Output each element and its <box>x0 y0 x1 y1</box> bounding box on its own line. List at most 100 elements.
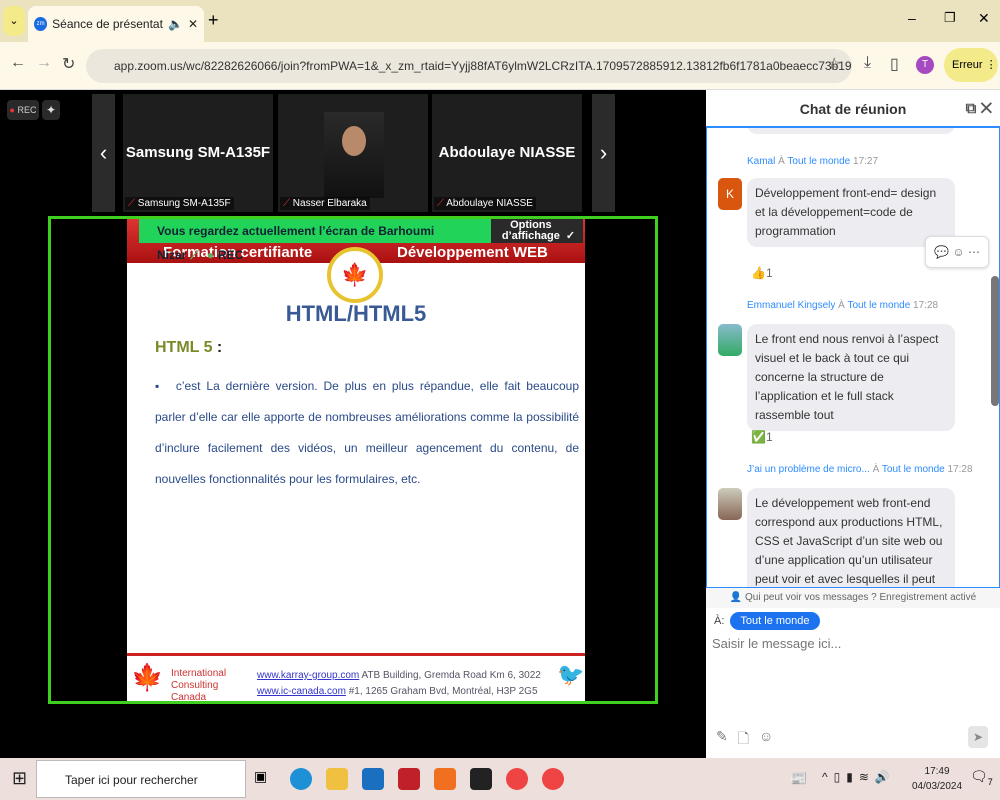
browser-tab-bar: ⌄ zm Séance de présentation We 🔈 ✕ + – ❐… <box>0 0 1000 42</box>
recipient-button[interactable]: Tout le monde <box>730 612 820 630</box>
xampp-icon[interactable] <box>434 768 456 790</box>
recipient-row: À: Tout le monde <box>714 612 820 630</box>
terminal-icon[interactable] <box>470 768 492 790</box>
profile-avatar[interactable]: T <box>916 56 934 74</box>
close-window-button[interactable]: ✕ <box>978 10 990 27</box>
message-actions: 💬 ☺ ⋯ <box>925 236 989 268</box>
footer-link[interactable]: www.karray-group.com <box>257 670 359 681</box>
tab-close-icon[interactable]: ✕ <box>188 17 198 31</box>
back-button[interactable]: ← <box>10 54 26 72</box>
reaction[interactable]: 👍1 <box>751 266 773 280</box>
slide-heading: HTML 5 : <box>155 339 223 356</box>
participant-name: Samsung SM-A135F <box>125 144 271 161</box>
close-chat-icon[interactable]: ✕ <box>981 100 992 117</box>
privacy-note[interactable]: 👤 Qui peut voir vos messages ? Enregistr… <box>706 588 1000 608</box>
forward-button[interactable]: → <box>36 54 52 72</box>
slide-footer: 🍁 International Consulting Canada www.karr… <box>127 653 585 701</box>
footer-link[interactable]: www.ic-canada.com <box>257 686 346 697</box>
rec-label: REC <box>17 105 37 115</box>
slide-title: HTML/HTML5 <box>285 301 427 326</box>
minimize-button[interactable]: – <box>908 10 916 26</box>
url-input[interactable]: app.zoom.us/wc/82282626066/join?fromPWA=… <box>86 49 852 83</box>
slide-body: ▪ c’est La dernière version. De plus en p… <box>155 379 579 486</box>
message-meta: J’ai un problème de micro... À Tout le m… <box>747 464 973 475</box>
error-button[interactable]: Erreur ⋮ <box>944 48 998 82</box>
download-icon[interactable]: ⤓ <box>864 54 871 72</box>
side-panel-icon[interactable]: ▯ <box>890 54 899 74</box>
add-reaction-icon[interactable]: ☺ <box>952 245 964 259</box>
ai-sparkle-icon[interactable]: ✦ <box>42 100 60 120</box>
tab-search-button[interactable]: ⌄ <box>3 6 25 36</box>
slide-header-right: Développement WEB <box>397 244 548 261</box>
windows-start-icon[interactable]: ⊞ <box>12 768 27 789</box>
chat-bubble: Le front end nous renvoi à l’aspect visu… <box>747 324 955 431</box>
chat-scrollbar[interactable] <box>991 276 999 406</box>
mic-muted-icon: ⟋ <box>128 198 135 209</box>
participant-tile[interactable]: ⟋ Nasser Elbaraka <box>278 94 428 212</box>
participant-name: Abdoulaye NIASSE <box>438 144 576 161</box>
file-icon[interactable]: 🗋 <box>738 728 749 752</box>
message-input[interactable] <box>712 636 992 651</box>
next-video-button[interactable]: › <box>592 94 615 212</box>
share-banner: Vous regardez actuellement l’écran de Ba… <box>139 219 491 262</box>
participant-label: ⟋ Nasser Elbaraka <box>280 197 370 210</box>
system-tray[interactable]: ^▯▮≋🔊 <box>822 770 896 784</box>
participant-tile[interactable]: Abdoulaye NIASSE ⟋ Abdoulaye NIASSE <box>432 94 582 212</box>
task-view-icon[interactable]: ▣ <box>254 768 276 790</box>
chrome-icon[interactable] <box>542 768 564 790</box>
notification-icon[interactable]: 🗨7 <box>970 768 993 787</box>
more-icon[interactable]: ⋯ <box>968 245 980 259</box>
prev-video-button[interactable]: ‹ <box>92 94 115 212</box>
chat-messages: Kamal À Tout le monde 17:27 K Développem… <box>706 128 1000 588</box>
chrome-icon[interactable] <box>506 768 528 790</box>
format-icon[interactable]: ✎ <box>716 728 728 752</box>
participant-tile[interactable]: Samsung SM-A135F ⟋ Samsung SM-A135F <box>123 94 273 212</box>
chat-title: Chat de réunion <box>799 101 907 117</box>
participant-label: ⟋ Samsung SM-A135F <box>125 197 234 210</box>
send-button[interactable]: ➤ <box>968 726 988 748</box>
maximize-button[interactable]: ❐ <box>944 10 956 26</box>
participant-label: ⟋ Abdoulaye NIASSE <box>434 197 536 210</box>
view-options-button[interactable]: Options d’affichage ✓ <box>491 219 583 243</box>
avatar: K <box>718 178 742 210</box>
reaction[interactable]: ✅1 <box>751 430 773 444</box>
mic-muted-icon: ⟋ <box>437 198 444 209</box>
url-text: app.zoom.us/wc/82282626066/join?fromPWA=… <box>114 59 852 73</box>
zoom-favicon-icon: zm <box>34 17 48 31</box>
mic-muted-icon: ⟋ <box>283 198 290 209</box>
tab-title: Séance de présentation We <box>52 17 163 31</box>
mcafee-icon[interactable] <box>398 768 420 790</box>
browser-tab[interactable]: zm Séance de présentation We 🔈 ✕ <box>28 6 204 42</box>
maple-leaf-logo: 🍁 <box>131 662 164 692</box>
avatar <box>718 488 742 520</box>
taskbar: ⊞ Taper ici pour rechercher ▣ 📰 ^▯▮≋🔊 17… <box>0 758 1000 800</box>
chat-header: Chat de réunion ⧉ ✕ <box>706 90 1000 128</box>
speaker-icon: 🔈 <box>167 17 183 31</box>
address-bar-row: ← → ↻ app.zoom.us/wc/82282626066/join?fr… <box>0 42 1000 90</box>
mic-muted-icon: ⟋ <box>190 248 199 262</box>
participant-video <box>324 112 384 198</box>
mail-icon[interactable] <box>362 768 384 790</box>
news-widget-icon[interactable]: 📰 <box>790 770 807 787</box>
file-explorer-icon[interactable] <box>326 768 348 790</box>
chat-bubble: Le développement web front-end correspon… <box>747 488 955 587</box>
to-label: À: <box>714 615 725 627</box>
new-tab-button[interactable]: + <box>208 10 219 31</box>
edge-icon[interactable] <box>290 768 312 790</box>
shared-screen: Formation certifiante Développement WEB … <box>48 216 658 704</box>
footer-addresses: www.karray-group.com ATB Building, Gremd… <box>257 670 541 697</box>
bookmark-star-icon[interactable]: ☆ <box>827 54 841 74</box>
chat-panel: Chat de réunion ⧉ ✕ Kamal À Tout le mond… <box>706 90 1000 758</box>
reply-icon[interactable]: 💬 <box>934 245 949 259</box>
slide: Formation certifiante Développement WEB … <box>127 219 585 701</box>
chat-bubble <box>747 128 955 134</box>
reload-button[interactable]: ↻ <box>62 54 75 74</box>
popout-icon[interactable]: ⧉ <box>966 100 977 117</box>
message-meta: Kamal À Tout le monde 17:27 <box>747 156 879 167</box>
bullet-icon: ▪ <box>155 379 162 393</box>
error-label: Erreur <box>952 59 983 71</box>
chat-bubble: Développement front-end= design et la dé… <box>747 178 955 247</box>
emoji-icon[interactable]: ☺ <box>759 728 773 752</box>
clock[interactable]: 17:49 04/03/2024 <box>912 764 962 794</box>
taskbar-search[interactable]: Taper ici pour rechercher <box>36 760 246 798</box>
